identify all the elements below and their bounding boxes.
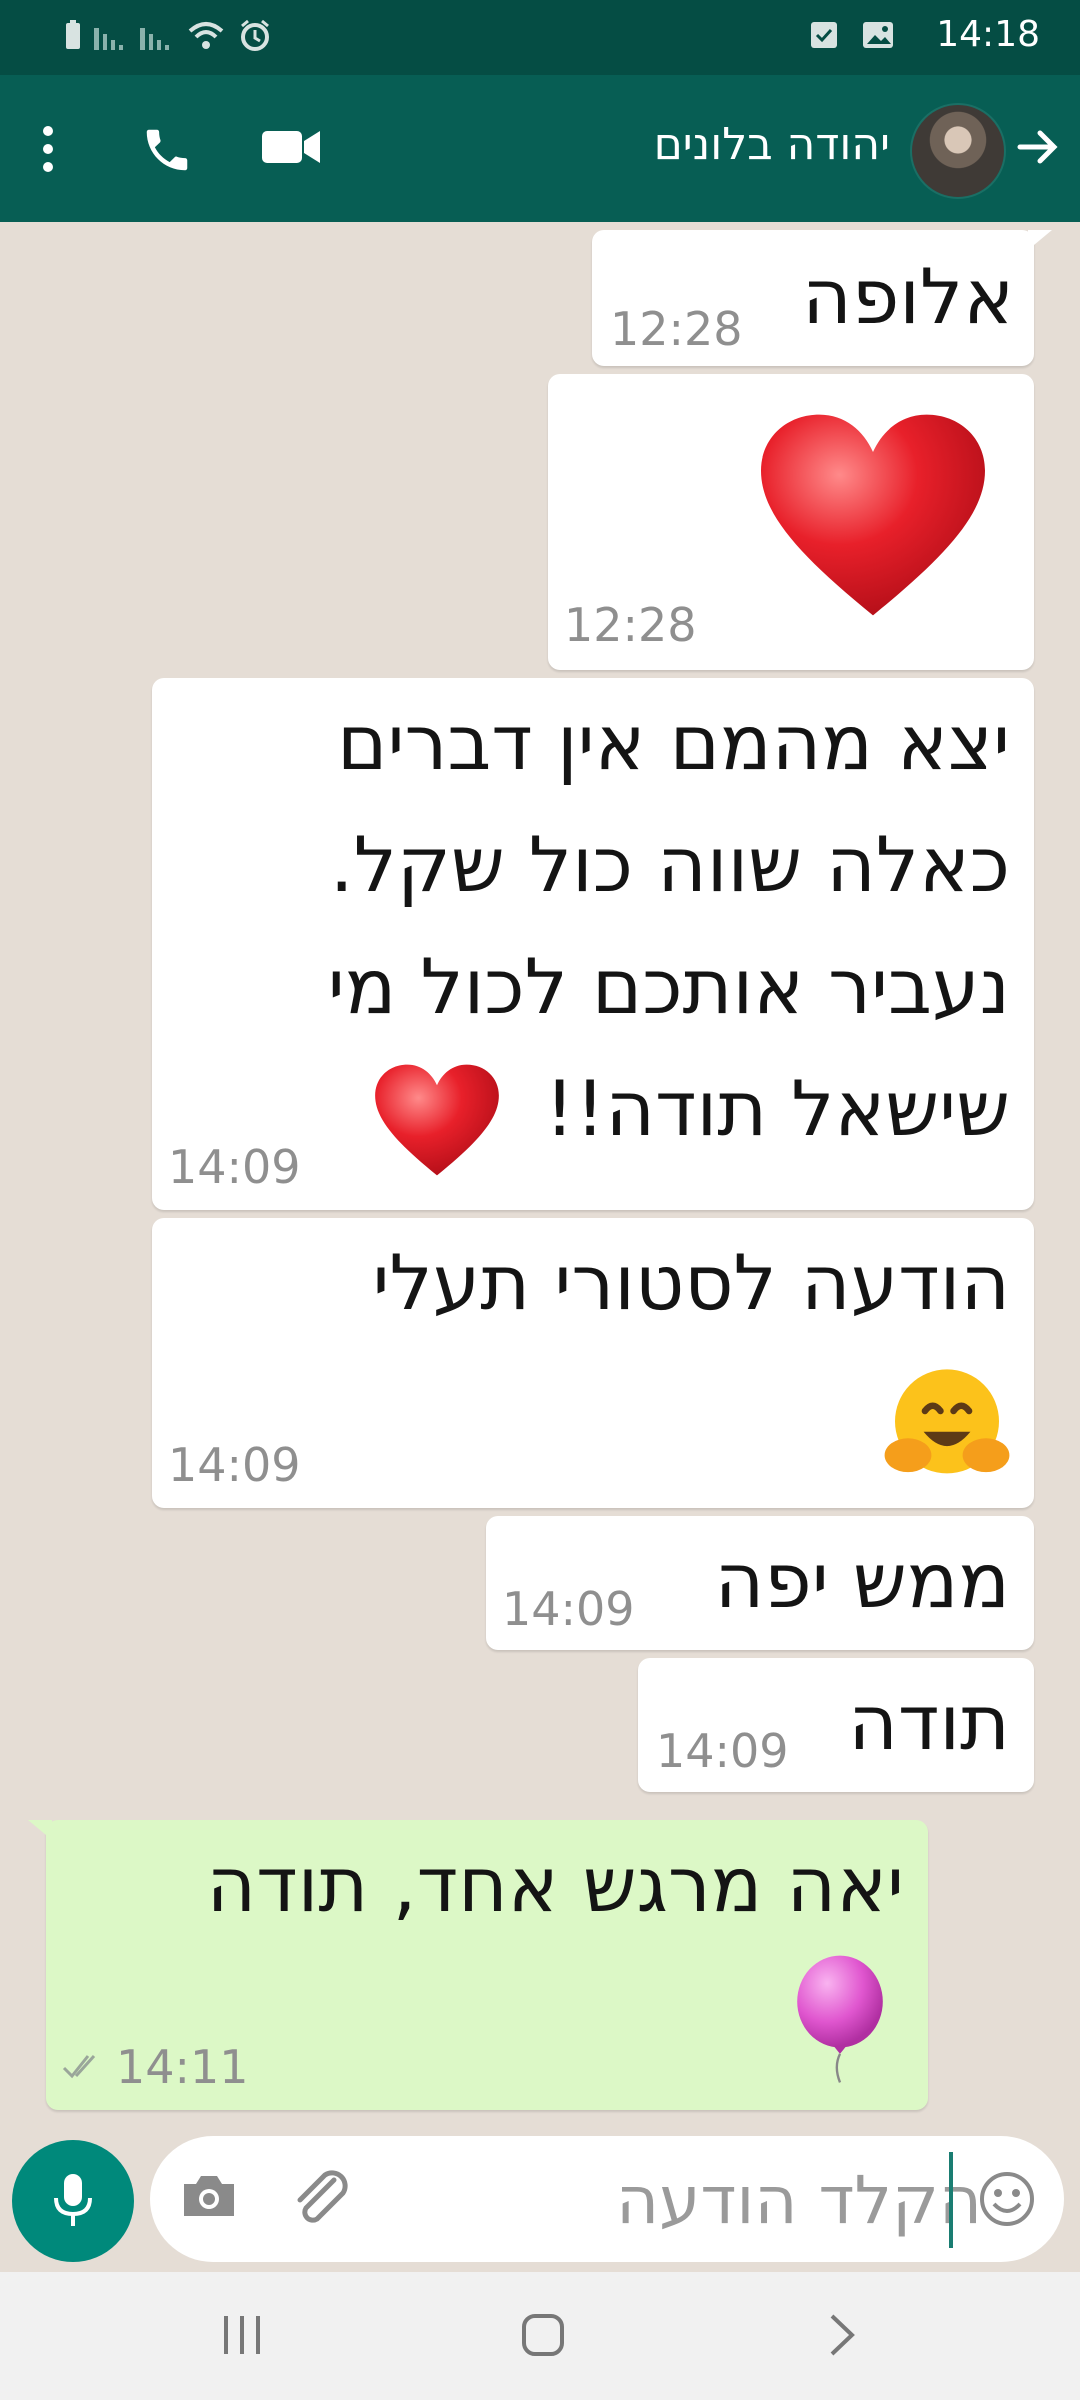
message-line: יצא מהמם אין דברים [337,698,1010,787]
balloon-emoji [797,1955,883,2083]
message-time: 12:28 [610,302,743,356]
double-check-icon [62,2054,96,2079]
status-icons-right [809,20,895,50]
message-text: הודעה לסטורי תעלי [372,1238,1010,1327]
status-time: 14:18 [936,14,1040,55]
video-call-icon[interactable] [262,127,322,167]
message-time: 14:09 [656,1724,789,1778]
camera-icon[interactable] [180,2170,238,2220]
text-caret [949,2152,953,2248]
hugging-face-emoji [884,1369,1010,1474]
message-bubble[interactable]: אלופה 12:28 [592,230,1052,366]
red-heart-emoji [761,414,985,616]
message-line: שישאל תודה!! [544,1064,1010,1153]
message-line: כאלה שווה כול שקל. [329,820,1010,909]
red-heart-emoji [375,1064,499,1176]
message-input[interactable] [380,2152,984,2248]
input-bar [0,2132,1080,2272]
checkbox-notification-icon [811,22,837,48]
signal-icon [140,28,169,50]
paperclip-icon[interactable] [290,2170,354,2228]
recent-apps-icon[interactable] [220,2312,264,2358]
message-text: ממש יפה [714,1536,1010,1625]
message-bubble[interactable]: ממש יפה 14:09 [486,1516,1034,1650]
emoji-icon[interactable] [978,2170,1036,2228]
signal-icon [94,28,123,50]
bubble-tail [1028,230,1052,250]
mic-icon [54,2174,92,2226]
message-list: אלופה 12:28 12:28 יצא מהמם אין דברים כאל… [0,222,1080,2132]
message-bubble[interactable]: הודעה לסטורי תעלי 14:09 [152,1218,1034,1508]
more-vert-icon[interactable] [40,125,56,173]
chat-header: יהודה בלונים [0,75,1080,222]
message-bubble[interactable]: תודה 14:09 [638,1658,1034,1792]
image-notification-icon [863,22,893,48]
message-bubble[interactable]: 12:28 [548,374,1034,670]
mic-button[interactable] [12,2140,134,2262]
message-time: 12:28 [564,598,697,652]
home-icon[interactable] [520,2312,566,2358]
avatar[interactable] [910,103,1006,199]
bubble-tail [28,1820,52,1840]
alarm-icon [241,19,269,51]
message-time: 14:11 [116,2040,249,2094]
message-text: אלופה [802,252,1014,341]
message-time: 14:09 [502,1582,635,1636]
status-icons-left [64,18,272,52]
message-time: 14:09 [168,1140,301,1194]
system-navigation-bar [0,2272,1080,2400]
message-text: יאה מרגש אחד, תודה [206,1840,904,1929]
message-bubble[interactable]: יצא מהמם אין דברים כאלה שווה כול שקל. נע… [152,678,1034,1210]
battery-icon [66,20,80,49]
message-line: נעביר אותכם לכול מי [327,942,1010,1031]
back-icon[interactable] [826,2312,860,2358]
message-time: 14:09 [168,1438,301,1492]
message-composer [150,2136,1064,2262]
back-arrow-icon[interactable] [1014,123,1062,171]
message-bubble-outgoing[interactable]: יאה מרגש אחד, תודה 14:11 [28,1820,928,2110]
message-text: תודה [848,1678,1010,1767]
wifi-icon [188,22,224,49]
phone-icon[interactable] [140,123,194,177]
status-bar: 14:18 [0,0,1080,75]
contact-name[interactable]: יהודה בלונים [654,119,890,170]
